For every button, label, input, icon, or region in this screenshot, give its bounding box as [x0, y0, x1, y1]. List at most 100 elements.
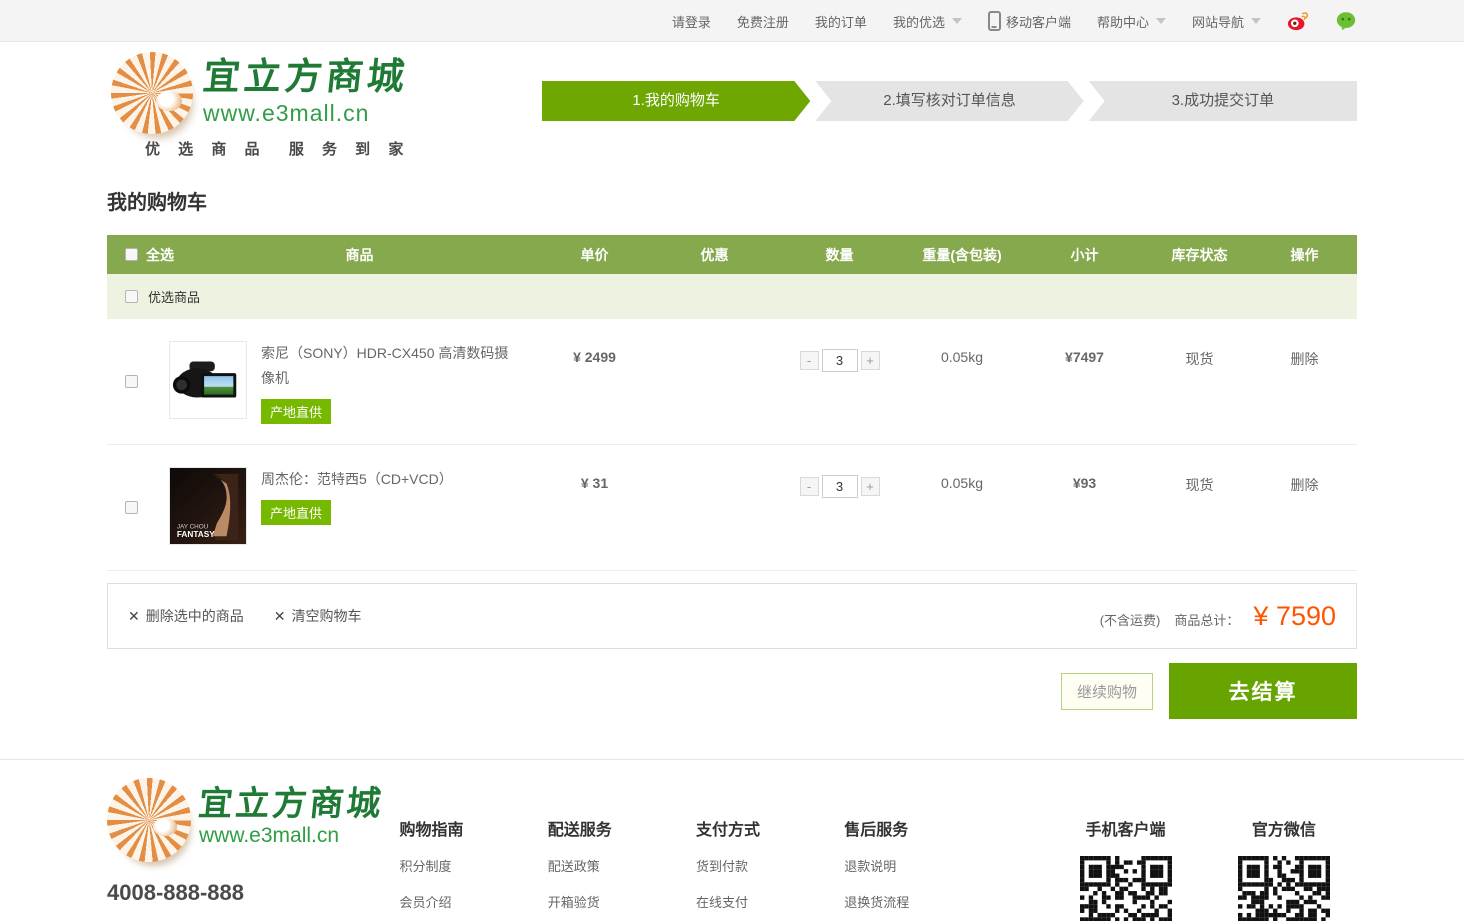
quantity-increase-button[interactable]: +: [861, 351, 880, 370]
footer-column-delivery: 配送服务 配送政策 开箱验货 配送运费 配送范围: [548, 778, 696, 921]
quantity-input[interactable]: 3: [822, 349, 858, 372]
product-title[interactable]: 索尼（SONY）HDR-CX450 高清数码摄像机: [261, 341, 521, 391]
wechat-qr-label: 官方微信: [1211, 816, 1357, 840]
quantity-input[interactable]: 3: [822, 475, 858, 498]
footer-logo-domain: www.e3mall.cn: [199, 824, 384, 848]
cart-group-row: 优选商品: [107, 274, 1357, 319]
phone-icon: [988, 11, 1001, 31]
register-link[interactable]: 免费注册: [737, 12, 789, 31]
origin-direct-tag: 产地直供: [261, 399, 331, 424]
product-title[interactable]: 周杰伦：范特西5（CD+VCD）: [261, 467, 453, 492]
footer-link[interactable]: 配送政策: [548, 856, 696, 875]
cart-section: 我的购物车 全选 商品 单价 优惠 数量 重量(含包装) 小计 库存状态 操作 …: [107, 186, 1357, 719]
help-center-menu[interactable]: 帮助中心: [1097, 12, 1166, 31]
group-checkbox[interactable]: [125, 290, 138, 303]
item-weight: 0.05kg: [902, 319, 1022, 444]
step-my-cart: 1.我的购物车: [542, 81, 810, 121]
discount-value: [652, 445, 777, 570]
select-all-checkbox[interactable]: [125, 248, 138, 261]
logo-title: 宜立方商城: [201, 58, 410, 98]
my-orders-link[interactable]: 我的订单: [815, 12, 867, 31]
mobile-client-link[interactable]: 移动客户端: [988, 11, 1071, 31]
help-center-label: 帮助中心: [1097, 12, 1149, 31]
item-weight: 0.05kg: [902, 445, 1022, 570]
page-title: 我的购物车: [107, 186, 1357, 215]
column-unit-price: 单价: [537, 245, 652, 265]
total-value: ¥ 7590: [1253, 601, 1336, 632]
app-qr-code: [1080, 856, 1172, 921]
footer-link[interactable]: 在线支付: [696, 892, 844, 911]
mobile-client-label: 移动客户端: [1006, 12, 1071, 31]
column-quantity: 数量: [777, 245, 902, 265]
nautilus-shell-logo-image: [107, 778, 191, 862]
service-phone-number: 4008-888-888: [107, 880, 400, 906]
weibo-icon[interactable]: [1287, 10, 1309, 32]
login-link[interactable]: 请登录: [672, 12, 711, 31]
continue-shopping-button[interactable]: 继续购物: [1061, 673, 1153, 710]
stock-status: 现货: [1147, 319, 1252, 444]
cart-table-header: 全选 商品 单价 优惠 数量 重量(含包装) 小计 库存状态 操作: [107, 235, 1357, 274]
wechat-qr-code: [1238, 856, 1330, 921]
item-subtotal: ¥93: [1022, 445, 1147, 570]
cart-item-row-jaychou: JAY CHOU FANTASY 周杰伦：范特西5（CD+VCD） 产地直供 ¥…: [107, 445, 1357, 571]
footer-link[interactable]: 退款说明: [844, 856, 992, 875]
my-favorites-label: 我的优选: [893, 12, 945, 31]
checkout-button[interactable]: 去结算: [1169, 663, 1357, 719]
footer-link[interactable]: 退换货流程: [844, 892, 992, 911]
footer-link[interactable]: 货到付款: [696, 856, 844, 875]
select-all-label: 全选: [146, 245, 174, 265]
footer-link[interactable]: 会员介绍: [400, 892, 548, 911]
footer-app-qr-block: 手机客户端: [1052, 778, 1198, 921]
delete-item-link[interactable]: 删除: [1291, 477, 1319, 493]
freight-note: (不含运费): [1100, 610, 1161, 629]
product-image-fantasy-album[interactable]: JAY CHOU FANTASY: [169, 467, 247, 545]
site-footer: 宜立方商城 www.e3mall.cn 4008-888-888 周一至周日8:…: [0, 759, 1464, 921]
origin-direct-tag: 产地直供: [261, 500, 331, 525]
delete-selected-label: 删除选中的商品: [146, 606, 244, 626]
site-logo[interactable]: 宜立方商城 www.e3mall.cn: [111, 52, 408, 134]
clear-cart-link[interactable]: ✕ 清空购物车: [274, 606, 362, 626]
site-navigation-label: 网站导航: [1192, 12, 1244, 31]
quantity-stepper: - 3 +: [800, 475, 880, 498]
item-checkbox[interactable]: [125, 501, 138, 514]
quantity-decrease-button[interactable]: -: [800, 477, 819, 496]
cart-summary-bar: ✕ 删除选中的商品 ✕ 清空购物车 (不含运费) 商品总计： ¥ 7590: [107, 583, 1357, 649]
quantity-increase-button[interactable]: +: [861, 477, 880, 496]
footer-column-title: 配送服务: [548, 816, 696, 840]
logo-slogan: 优 选 商 品 服 务 到 家: [145, 138, 410, 159]
site-navigation-menu[interactable]: 网站导航: [1192, 12, 1261, 31]
checkout-steps: 1.我的购物车 2.填写核对订单信息 3.成功提交订单: [542, 81, 1357, 121]
discount-value: [652, 319, 777, 444]
clear-cart-label: 清空购物车: [291, 606, 361, 626]
footer-column-title: 购物指南: [400, 816, 548, 840]
delete-item-link[interactable]: 删除: [1291, 351, 1319, 367]
footer-wechat-qr-block: 官方微信: [1211, 778, 1357, 921]
quantity-decrease-button[interactable]: -: [800, 351, 819, 370]
chevron-down-icon: [1156, 18, 1166, 24]
my-favorites-menu[interactable]: 我的优选: [893, 12, 962, 31]
item-checkbox[interactable]: [125, 375, 138, 388]
cart-item-row-sony: 索尼（SONY）HDR-CX450 高清数码摄像机 产地直供 ¥ 2499 - …: [107, 319, 1357, 445]
column-product: 商品: [182, 245, 537, 265]
footer-column-payment: 支付方式 货到付款 在线支付 优选卡 发票制度: [696, 778, 844, 921]
column-weight: 重量(含包装): [902, 245, 1022, 265]
unit-price: ¥ 31: [537, 445, 652, 570]
column-subtotal: 小计: [1022, 245, 1147, 265]
footer-link[interactable]: 开箱验货: [548, 892, 696, 911]
product-image-sony-camcorder[interactable]: [169, 341, 247, 419]
footer-column-title: 支付方式: [696, 816, 844, 840]
app-qr-label: 手机客户端: [1052, 816, 1198, 840]
column-stock-status: 库存状态: [1147, 245, 1252, 265]
delete-selected-link[interactable]: ✕ 删除选中的商品: [128, 606, 244, 626]
chevron-down-icon: [952, 18, 962, 24]
x-icon: ✕: [128, 608, 140, 625]
unit-price: ¥ 2499: [537, 319, 652, 444]
footer-column-after-sales: 售后服务 退款说明 退换货流程 退换货政策 隐私条款: [844, 778, 992, 921]
wechat-icon[interactable]: [1335, 10, 1357, 32]
footer-logo-title: 宜立方商城: [197, 778, 387, 824]
step-confirm-order: 2.填写核对订单信息: [815, 81, 1083, 121]
cart-actions: 继续购物 去结算: [107, 663, 1357, 719]
footer-link[interactable]: 积分制度: [400, 856, 548, 875]
footer-logo[interactable]: 宜立方商城 www.e3mall.cn: [107, 778, 400, 862]
group-label: 优选商品: [148, 287, 200, 306]
